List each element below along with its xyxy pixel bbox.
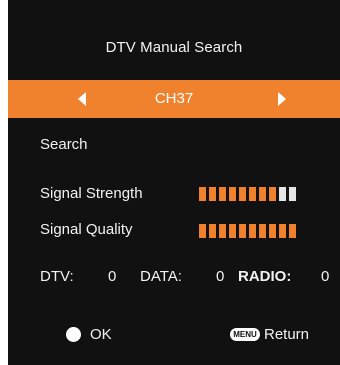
signal-quality-meter (199, 224, 296, 238)
meter-segment (229, 187, 236, 201)
meter-segment (289, 224, 296, 238)
signal-strength-label: Signal Strength (40, 185, 143, 202)
meter-segment (239, 187, 246, 201)
meter-segment (199, 187, 206, 201)
signal-quality-label: Signal Quality (40, 221, 133, 238)
meter-segment (269, 224, 276, 238)
radio-count-value: 0 (321, 268, 330, 285)
radio-count-label: RADIO: (238, 268, 292, 285)
ok-label: OK (90, 326, 112, 343)
meter-segment (279, 224, 286, 238)
triangle-right-icon[interactable] (278, 92, 286, 106)
meter-segment (209, 187, 216, 201)
signal-strength-meter (199, 187, 296, 201)
channel-value: CH37 (154, 90, 194, 107)
meter-segment (279, 187, 286, 201)
meter-segment (239, 224, 246, 238)
meter-segment (199, 224, 206, 238)
data-count-value: 0 (216, 268, 225, 285)
meter-segment (219, 224, 226, 238)
meter-segment (259, 224, 266, 238)
menu-key-icon: MENU (230, 328, 260, 341)
circle-ok-icon (66, 327, 81, 342)
search-label: Search (40, 136, 88, 153)
dtv-count-label: DTV: (40, 268, 74, 285)
data-count-label: DATA: (140, 268, 182, 285)
meter-segment (249, 187, 256, 201)
meter-segment (259, 187, 266, 201)
screen-title: DTV Manual Search (105, 39, 243, 56)
return-label: Return (264, 326, 310, 343)
meter-segment (219, 187, 226, 201)
meter-segment (229, 224, 236, 238)
meter-segment (269, 187, 276, 201)
channel-selector[interactable]: CH37 (8, 80, 340, 118)
meter-segment (209, 224, 216, 238)
dtv-count-value: 0 (108, 268, 117, 285)
meter-segment (249, 224, 256, 238)
meter-segment (289, 187, 296, 201)
dtv-manual-search-screen: DTV Manual Search CH37 Search Signal Str… (8, 0, 340, 365)
